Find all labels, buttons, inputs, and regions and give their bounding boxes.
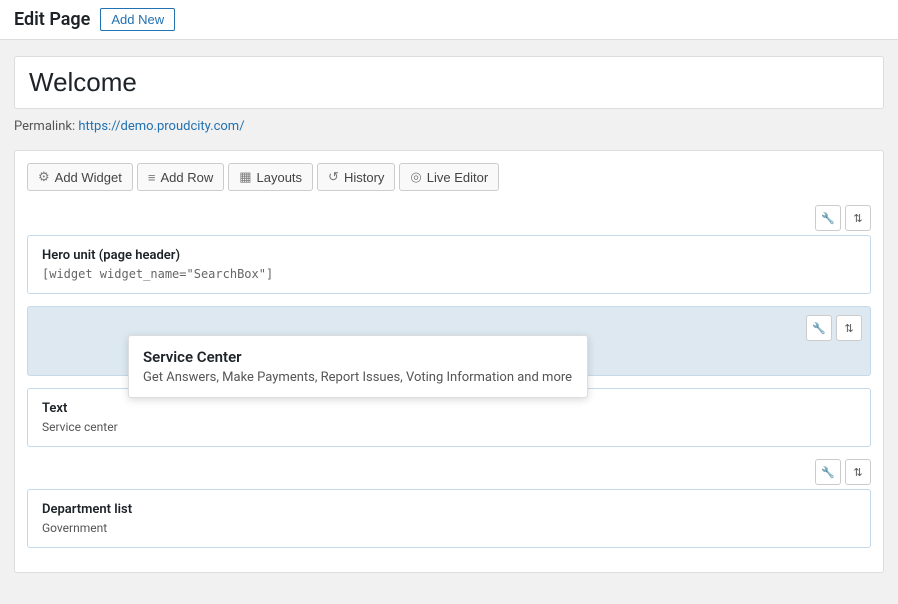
add-row-label: Add Row (160, 170, 213, 185)
tooltip-title: Service Center (143, 348, 573, 366)
hero-unit-section: 🔧 ⇅ Hero unit (page header) [widget widg… (27, 205, 871, 294)
rows-icon: ≡ (148, 170, 156, 185)
tooltip-description: Get Answers, Make Payments, Report Issue… (143, 370, 573, 385)
service-center-tooltip: Service Center Get Answers, Make Payment… (128, 335, 588, 398)
add-row-button[interactable]: ≡ Add Row (137, 163, 224, 191)
history-button[interactable]: ↺ History (317, 163, 395, 191)
layouts-label: Layouts (257, 170, 303, 185)
wrench-icon: 🔧 (821, 212, 835, 225)
department-list-section: 🔧 ⇅ Department list Government (27, 459, 871, 548)
move-icon: ⇅ (853, 212, 862, 225)
editor-container: ⚙ Add Widget ≡ Add Row ▦ Layouts ↺ Histo… (14, 150, 884, 573)
service-center-edit-button[interactable]: 🔧 (806, 315, 832, 341)
permalink-row: Permalink: https://demo.proudcity.com/ (14, 119, 884, 134)
service-center-move-button[interactable]: ⇅ (836, 315, 862, 341)
main-content: Permalink: https://demo.proudcity.com/ ⚙… (0, 40, 898, 589)
add-new-button[interactable]: Add New (100, 8, 175, 31)
hero-unit-move-button[interactable]: ⇅ (845, 205, 871, 231)
move-icon-3: ⇅ (853, 466, 862, 479)
wrench-icon-3: 🔧 (821, 466, 835, 479)
department-list-actions: 🔧 ⇅ (27, 459, 871, 485)
add-widget-button[interactable]: ⚙ Add Widget (27, 163, 133, 191)
eye-icon: ◎ (410, 169, 421, 185)
department-list-card: Department list Government (27, 489, 871, 548)
top-bar: Edit Page Add New (0, 0, 898, 40)
service-center-row: 🔧 ⇅ Service Center Get Answers, Make Pay… (27, 306, 871, 376)
layout-icon: ▦ (239, 169, 251, 185)
layouts-button[interactable]: ▦ Layouts (228, 163, 313, 191)
hero-unit-card: Hero unit (page header) [widget widget_n… (27, 235, 871, 294)
editor-toolbar: ⚙ Add Widget ≡ Add Row ▦ Layouts ↺ Histo… (27, 163, 871, 191)
department-list-move-button[interactable]: ⇅ (845, 459, 871, 485)
live-editor-button[interactable]: ◎ Live Editor (399, 163, 499, 191)
live-editor-label: Live Editor (427, 170, 488, 185)
hero-unit-actions: 🔧 ⇅ (27, 205, 871, 231)
hero-unit-edit-button[interactable]: 🔧 (815, 205, 841, 231)
gear-icon: ⚙ (38, 169, 50, 185)
wrench-icon-2: 🔧 (812, 322, 826, 335)
text-widget-content: Service center (42, 420, 856, 434)
move-icon-2: ⇅ (844, 322, 853, 335)
department-list-title: Department list (42, 502, 856, 517)
permalink-link[interactable]: https://demo.proudcity.com/ (78, 119, 244, 134)
history-icon: ↺ (328, 169, 339, 185)
hero-unit-content: [widget widget_name="SearchBox"] (42, 267, 856, 281)
text-widget-title: Text (42, 401, 856, 416)
page-title-input[interactable] (14, 56, 884, 109)
history-label: History (344, 170, 384, 185)
add-widget-label: Add Widget (55, 170, 122, 185)
department-list-edit-button[interactable]: 🔧 (815, 459, 841, 485)
department-list-content: Government (42, 521, 856, 535)
hero-unit-title: Hero unit (page header) (42, 248, 856, 263)
page-heading: Edit Page (14, 9, 90, 30)
service-center-section: 🔧 ⇅ Service Center Get Answers, Make Pay… (27, 306, 871, 376)
permalink-label: Permalink: (14, 119, 75, 134)
